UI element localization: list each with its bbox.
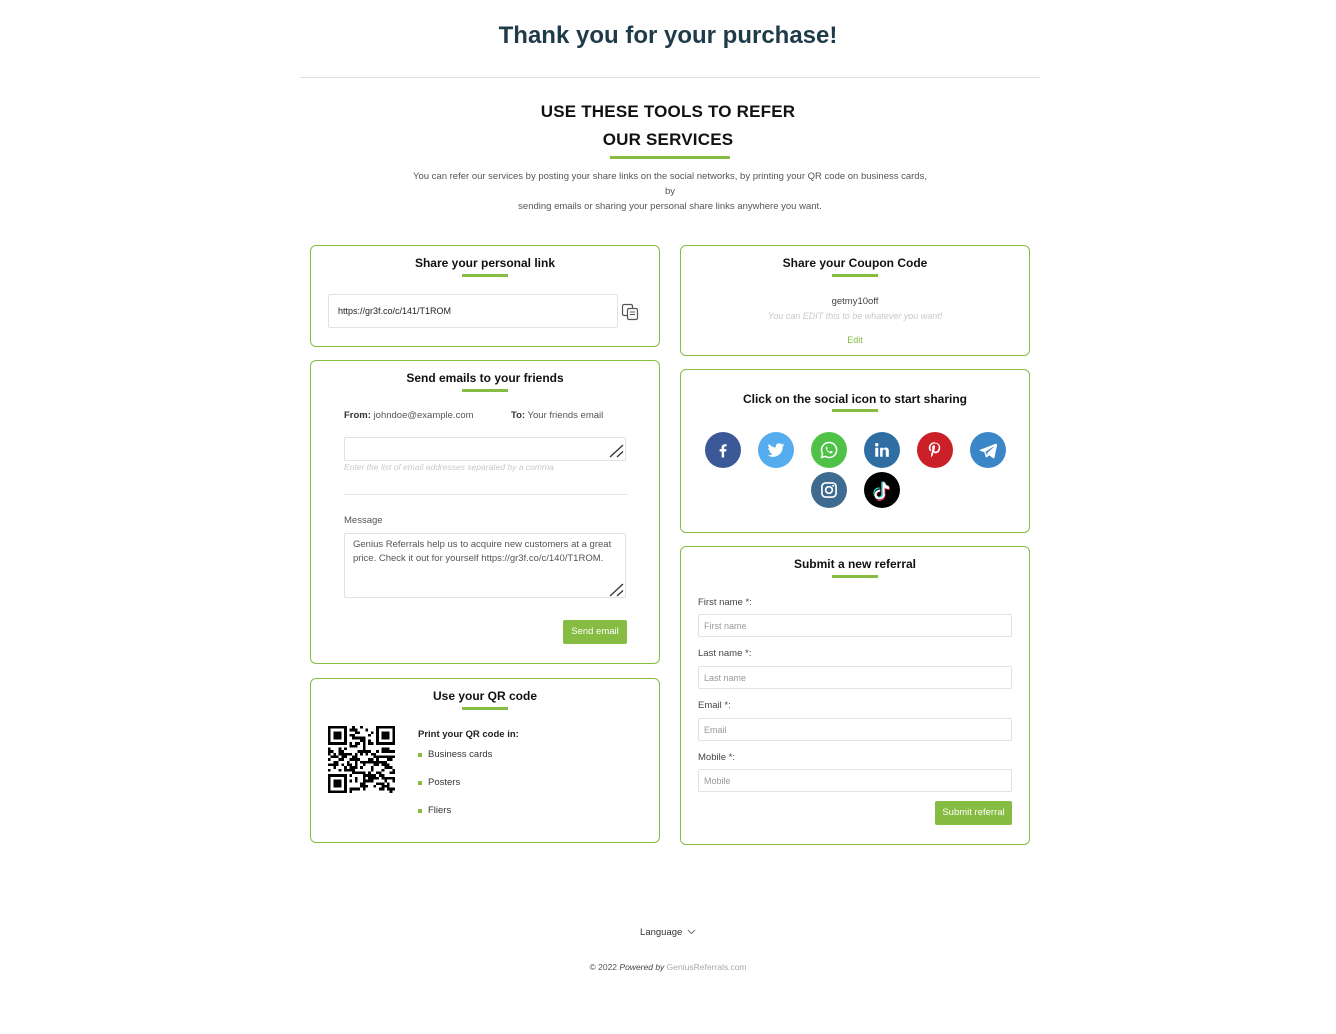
list-item: Fliers xyxy=(418,805,492,833)
to-value: Your friends email xyxy=(527,410,604,421)
coupon-edit-link[interactable]: Edit xyxy=(681,335,1029,345)
linkedin-share-button[interactable] xyxy=(863,432,900,468)
instagram-share-button[interactable] xyxy=(810,472,847,508)
email-label: Email *: xyxy=(698,700,731,711)
resize-grip-icon[interactable] xyxy=(608,444,624,458)
email-title: Send emails to your friends xyxy=(406,371,564,385)
coupon-code: getmy10off xyxy=(831,296,879,307)
facebook-icon xyxy=(719,444,727,458)
last-name-field[interactable] xyxy=(698,666,1012,689)
language-label: Language xyxy=(640,927,683,938)
email-field[interactable] xyxy=(698,718,1012,741)
email-card: Send emails to your friends From: johndo… xyxy=(310,360,660,664)
pinterest-icon xyxy=(928,442,940,458)
from-value: johndoe@example.com xyxy=(373,410,474,421)
chevron-down-icon xyxy=(687,929,696,935)
genius-referrals-link[interactable]: GeniusReferrals.com xyxy=(667,962,747,972)
powered-by-text: Powered by xyxy=(619,962,665,972)
qr-code-image xyxy=(328,726,395,793)
social-title-underline xyxy=(832,409,878,412)
refer-intro-line-1: You can refer our services by posting yo… xyxy=(413,171,927,197)
twitter-icon xyxy=(767,443,784,457)
copyright-text: © 2022 xyxy=(589,962,618,972)
coupon-title-underline xyxy=(832,274,878,277)
tiktok-icon xyxy=(872,481,890,501)
personal-link-card: Share your personal link https://gr3f.co… xyxy=(310,245,660,347)
page-title: Thank you for your purchase! xyxy=(498,22,838,49)
referral-form-title-underline xyxy=(832,575,878,578)
copy-icon[interactable] xyxy=(621,303,639,321)
whatsapp-share-button[interactable] xyxy=(810,432,847,468)
list-item: Posters xyxy=(418,777,492,805)
first-name-label: First name *: xyxy=(698,597,752,608)
coupon-hint: You can EDIT this to be whatever you wan… xyxy=(767,311,943,321)
whatsapp-icon xyxy=(820,441,837,459)
twitter-share-button[interactable] xyxy=(757,432,794,468)
refer-heading-line-1: USE THESE TOOLS TO REFER xyxy=(540,102,796,121)
refer-intro-line-2: sending emails or sharing your personal … xyxy=(518,201,822,212)
qr-print-heading: Print your QR code in: xyxy=(418,729,519,740)
referral-form-card: Submit a new referral First name *: Last… xyxy=(680,546,1030,845)
recipients-hint: Enter the list of email addresses separa… xyxy=(344,462,557,472)
referral-form-title: Submit a new referral xyxy=(793,557,917,571)
personal-link-field[interactable]: https://gr3f.co/c/141/T1ROM xyxy=(328,294,618,328)
pinterest-share-button[interactable] xyxy=(916,432,953,468)
to-label: To: xyxy=(511,410,526,421)
linkedin-icon xyxy=(874,443,889,457)
qr-title: Use your QR code xyxy=(432,689,538,703)
email-title-underline xyxy=(462,389,508,392)
resize-grip-icon[interactable] xyxy=(608,583,624,597)
mobile-label: Mobile *: xyxy=(698,752,735,763)
first-name-field[interactable] xyxy=(698,614,1012,637)
refer-heading-line-2: OUR SERVICES xyxy=(602,130,734,149)
social-row-1 xyxy=(681,432,1029,468)
social-card: Click on the social icon to start sharin… xyxy=(680,369,1030,533)
personal-link-title-underline xyxy=(462,274,508,277)
footer: © 2022 Powered by GeniusReferrals.com xyxy=(0,962,1336,972)
personal-link-title: Share your personal link xyxy=(414,256,556,270)
refer-heading-underline xyxy=(610,156,730,159)
recipients-input[interactable] xyxy=(344,437,626,461)
email-divider xyxy=(344,494,628,495)
to-line: To: Your friends email xyxy=(511,410,603,421)
tiktok-share-button[interactable] xyxy=(863,472,900,508)
mobile-field[interactable] xyxy=(698,769,1012,792)
social-row-2 xyxy=(681,472,1029,508)
refer-heading: USE THESE TOOLS TO REFER OUR SERVICES xyxy=(0,98,1336,154)
submit-referral-button[interactable]: Submit referral xyxy=(935,801,1012,825)
telegram-share-button[interactable] xyxy=(969,432,1006,468)
instagram-icon xyxy=(820,482,837,498)
list-item: Business cards xyxy=(418,749,492,777)
message-label: Message xyxy=(344,515,383,526)
qr-card: Use your QR code Print your QR code in: … xyxy=(310,678,660,843)
language-selector[interactable]: Language xyxy=(0,927,1336,938)
message-textarea[interactable]: Genius Referrals help us to acquire new … xyxy=(344,533,626,598)
coupon-card: Share your Coupon Code getmy10off You ca… xyxy=(680,245,1030,356)
telegram-icon xyxy=(979,443,997,459)
facebook-share-button[interactable] xyxy=(704,432,741,468)
social-title: Click on the social icon to start sharin… xyxy=(742,392,968,406)
refer-intro: You can refer our services by posting yo… xyxy=(408,169,932,214)
last-name-label: Last name *: xyxy=(698,648,752,659)
header-divider xyxy=(300,77,1040,78)
qr-uses-list: Business cards Posters Fliers xyxy=(418,749,492,833)
from-line: From: johndoe@example.com xyxy=(344,410,474,421)
qr-title-underline xyxy=(462,707,508,710)
coupon-title: Share your Coupon Code xyxy=(782,256,928,270)
send-email-button[interactable]: Send email xyxy=(563,620,627,644)
from-label: From: xyxy=(344,410,371,421)
